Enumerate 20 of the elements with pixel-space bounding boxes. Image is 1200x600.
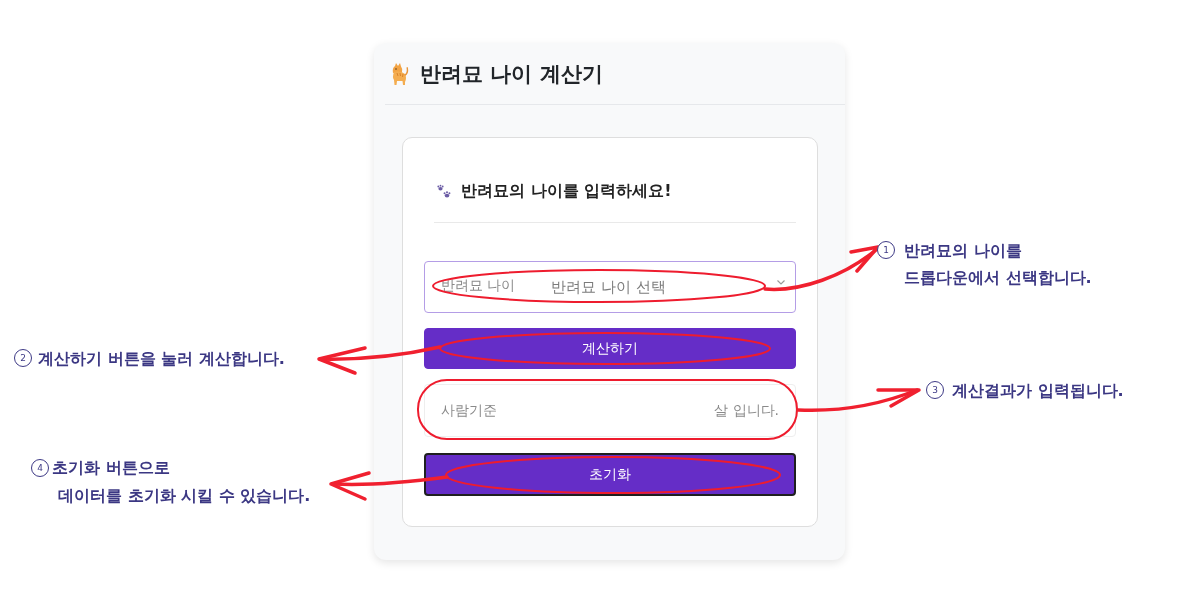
step-number: 4 xyxy=(31,459,49,477)
age-select[interactable]: 반려묘 나이 반려묘 나이 선택 xyxy=(424,261,796,313)
step-number: 2 xyxy=(14,349,32,367)
prefix-text: 사람기준 xyxy=(441,401,497,420)
suffix-text: 살 입니다. xyxy=(714,401,779,420)
field-label: 반려묘 나이 xyxy=(441,276,517,295)
annotation-text: 반려묘의 나이를 드롭다운에서 선택합니다. xyxy=(904,240,1092,289)
caret-icon xyxy=(777,279,785,285)
paw-prints-icon xyxy=(436,183,452,199)
annotation-text: 계산결과가 입력됩니다. xyxy=(952,380,1124,402)
app-title: 반려묘 나이 계산기 xyxy=(420,60,603,88)
annotation-text: 초기화 버튼으로 데이터를 초기화 시킬 수 있습니다. xyxy=(52,457,311,507)
step-number: 1 xyxy=(877,241,895,259)
result-field[interactable]: 사람기준 살 입니다. xyxy=(424,384,796,437)
reset-button[interactable]: 초기화 xyxy=(424,453,796,496)
placeholder-text: 반려묘 나이 선택 xyxy=(551,277,667,297)
step-number: 3 xyxy=(926,381,944,399)
annotation-text: 계산하기 버튼을 눌러 계산합니다. xyxy=(38,348,285,370)
form-heading-text: 반려묘의 나이를 입력하세요! xyxy=(461,180,672,202)
calculate-button[interactable]: 계산하기 xyxy=(424,328,796,369)
